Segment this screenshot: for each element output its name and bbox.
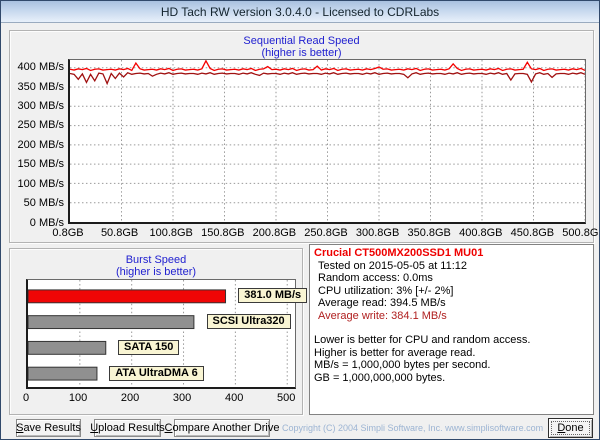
seq-y-tick-label: 100 MB/s	[17, 177, 64, 190]
seq-x-tick-label: 500.8GB	[562, 227, 599, 239]
seq-y-tick-label: 400 MB/s	[17, 61, 64, 74]
seq-x-tick-label: 450.8GB	[510, 227, 555, 239]
seq-x-tick-label: 250.8GB	[304, 227, 348, 239]
burst-speed-title: Burst Speed	[125, 254, 187, 266]
random-access: Random access: 0.0ms	[318, 272, 433, 284]
burst-bar-value-label: ATA UltraDMA 6	[109, 366, 204, 381]
note-average-read: Higher is better for average read.	[314, 346, 476, 359]
seq-y-tick-label: 200 MB/s	[17, 138, 64, 151]
burst-bar-value-label: SATA 150	[118, 340, 180, 355]
seq-x-tick-label: 350.8GB	[407, 227, 451, 239]
seq-y-tick-label: 150 MB/s	[17, 158, 64, 171]
sequential-read-lines	[69, 59, 586, 222]
burst-speed-groupbox: Burst Speed (higher is better) 0 100 200 30…	[9, 248, 308, 415]
seq-x-tick-label: 300.8GB	[355, 227, 400, 239]
upload-results-button[interactable]: Upload Results	[90, 419, 165, 437]
seq-x-tick-label: 400.8GB	[459, 227, 503, 239]
burst-x-tick-label: 100	[68, 392, 88, 404]
seq-y-tick-label: 300 MB/s	[17, 100, 64, 113]
burst-x-axis-labels: 0 100 200 300 400 500	[22, 392, 296, 406]
note-mbs-definition: MB/s = 1,000,000 bytes per second.	[314, 359, 491, 371]
seq-x-tick-label: 150.8GB	[201, 227, 245, 239]
title-bar: HD Tach RW version 3.0.4.0 - Licensed to…	[1, 1, 599, 23]
burst-x-tick-label: 400	[224, 392, 244, 404]
burst-x-tick-label: 300	[172, 392, 192, 404]
window-title: HD Tach RW version 3.0.4.0 - Licensed to…	[160, 4, 440, 19]
compare-another-drive-button[interactable]: Compare Another Drive	[165, 419, 279, 437]
save-results-button[interactable]: Save Results	[16, 419, 81, 437]
burst-bar-value-label: SCSI Ultra320	[206, 314, 291, 329]
drive-info-panel: Crucial CT500MX200SSD1 MU01 Tested on 20…	[309, 244, 594, 415]
seq-y-tick-label: 350 MB/s	[17, 80, 64, 93]
done-button[interactable]: Done	[548, 418, 593, 438]
cpu-utilization: CPU utilization: 3% [+/- 2%]	[318, 284, 454, 297]
sequential-read-title: Sequential Read Speed	[243, 35, 360, 47]
average-read: Average read: 394.5 MB/s	[318, 297, 446, 309]
seq-y-tick-label: 250 MB/s	[17, 119, 64, 132]
burst-x-tick-label: 500	[277, 392, 296, 404]
hd-tach-window: HD Tach RW version 3.0.4.0 - Licensed to…	[0, 0, 600, 440]
seq-x-tick-label: 0.8GB	[52, 227, 84, 239]
seq-x-tick-label: 100.8GB	[149, 227, 193, 239]
seq-x-tick-label: 200.8GB	[252, 227, 297, 239]
copyright-text: Copyright (C) 2004 Simpli Software, Inc.…	[282, 423, 544, 433]
sequential-read-plot	[68, 59, 586, 224]
note-gb-definition: GB = 1,000,000,000 bytes.	[314, 371, 446, 384]
seq-y-tick-label: 50 MB/s	[23, 197, 64, 210]
sequential-read-groupbox: Sequential Read Speed (higher is better)…	[9, 30, 599, 243]
burst-x-tick-label: 0	[22, 392, 30, 404]
sequential-read-subtitle: (higher is better)	[261, 47, 342, 59]
tested-on: Tested on 2015-05-05 at 11:12	[318, 259, 468, 272]
burst-x-tick-label: 200	[120, 392, 140, 404]
burst-speed-subtitle: (higher is better)	[115, 266, 197, 278]
sequential-read-x-axis-labels: 0.8GB 50.8GB 100.8GB 150.8GB 200.8GB 250.8GB 3…	[52, 227, 599, 241]
sequential-read-y-axis-labels: 400 MB/s 350 MB/s 300 MB/s 250 MB/s 200 MB/s…	[10, 59, 64, 228]
burst-bar-value-label: 381.0 MB/s	[238, 288, 308, 303]
drive-name: Crucial CT500MX200SSD1 MU01	[314, 247, 484, 259]
seq-x-tick-label: 50.8GB	[100, 227, 139, 239]
note-cpu-random: Lower is better for CPU and random acces…	[314, 334, 531, 346]
average-write: Average write: 384.1 MB/s	[318, 309, 447, 322]
